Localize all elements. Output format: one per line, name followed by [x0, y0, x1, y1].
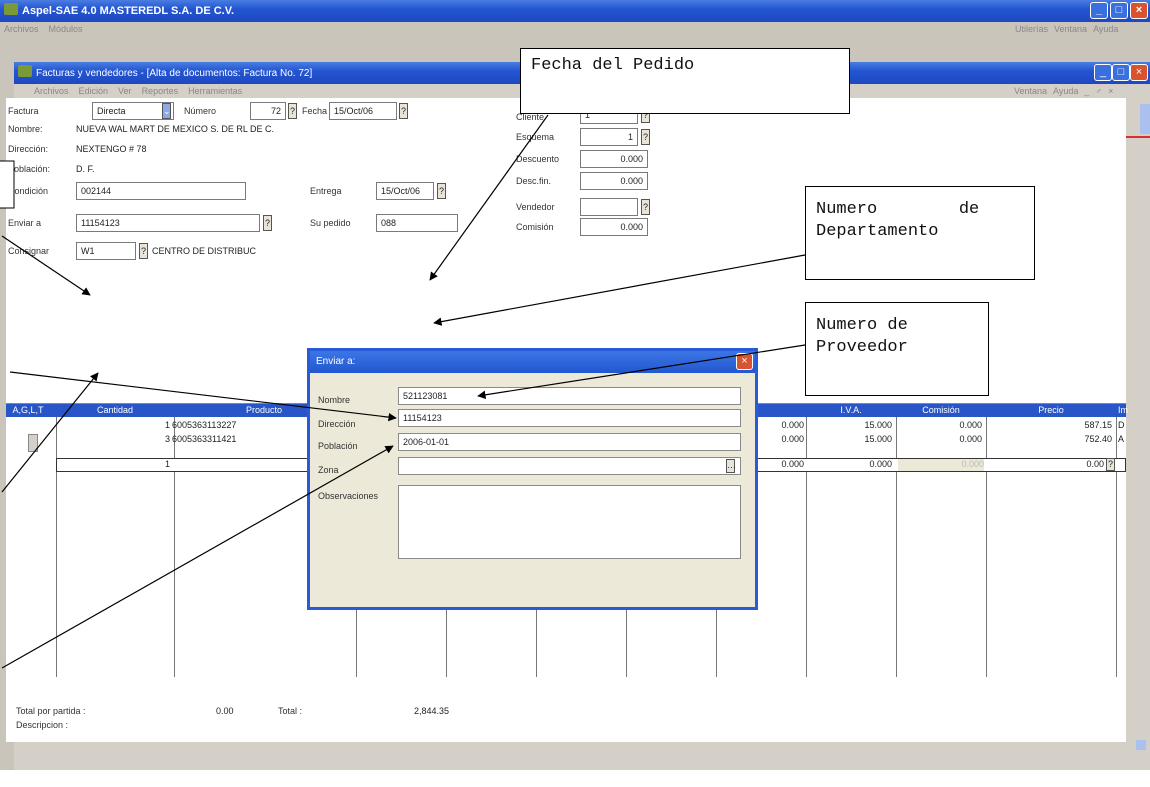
- callout-departamento-line1: Numero de: [816, 200, 980, 219]
- arrow-condicion: [1, 235, 91, 296]
- partial-callout-box: [0, 160, 15, 209]
- callout-numero-proveedor: Numero de Proveedor: [805, 302, 989, 396]
- callout-proveedor-line2: Proveedor: [816, 338, 908, 358]
- callout-departamento-line2: Departamento: [816, 222, 939, 242]
- callout-numero-departamento: Numero de Departamento: [805, 186, 1035, 280]
- callout-proveedor-line1: Numero de: [816, 316, 908, 335]
- arrow-departamento: [433, 254, 806, 326]
- arrow-poblacion: [1, 445, 394, 669]
- arrow-consignar: [1, 372, 99, 493]
- arrow-fecha-pedido: [429, 114, 549, 281]
- arrow-proveedor: [477, 344, 806, 399]
- callout-fecha-pedido: Fecha del Pedido: [520, 48, 850, 114]
- callout-fecha-pedido-text: Fecha del Pedido: [531, 56, 695, 75]
